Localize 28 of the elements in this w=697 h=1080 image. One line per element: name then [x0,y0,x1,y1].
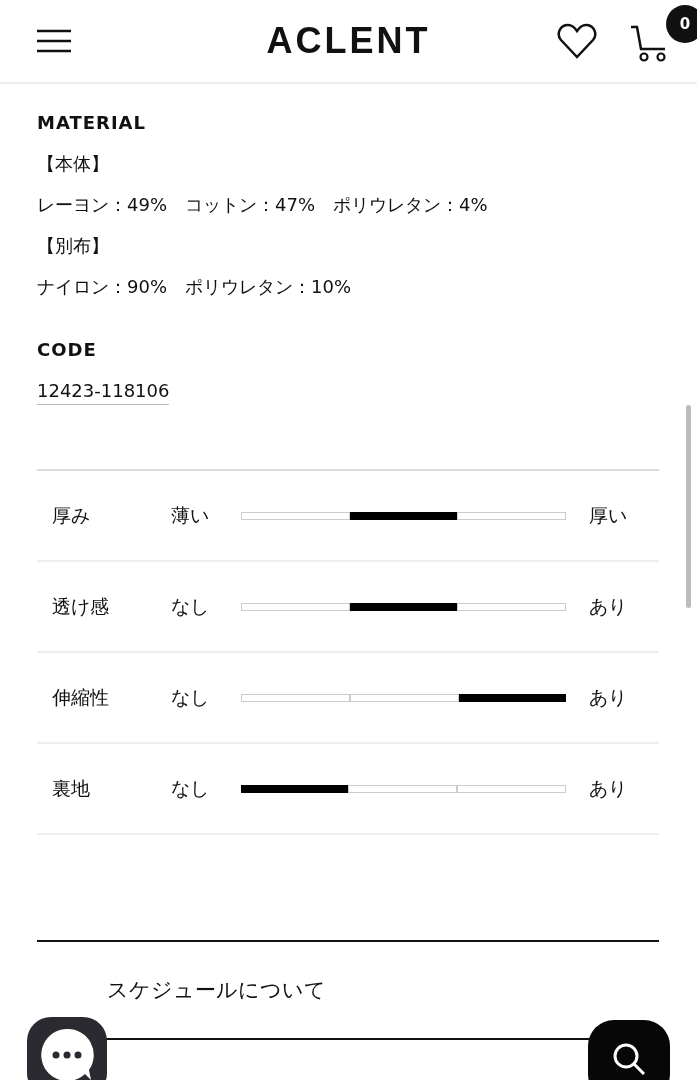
attribute-label: 伸縮性 [51,684,110,710]
cart-count-badge: 0 [666,5,697,43]
chat-button[interactable] [27,1017,107,1080]
attribute-label: 厚み [51,502,91,528]
scale-min-label: 薄い [170,502,210,528]
heart-icon[interactable] [557,23,597,59]
material-text: 【別布】 [37,234,110,258]
attribute-label: 裏地 [51,775,91,801]
scale-min-label: なし [170,775,210,801]
scale-min-label: なし [170,684,210,710]
scale-max-label: あり [588,684,628,710]
material-text: ナイロン：90% ポリウレタン：10% [37,275,352,299]
material-text: 【本体】 [37,152,110,176]
chat-bubble-icon [39,1027,95,1080]
scale-max-label: あり [588,593,628,619]
attribute-label: 透け感 [51,593,110,619]
search-button[interactable] [588,1020,670,1080]
product-code-link[interactable]: 12423-118106 [37,378,170,405]
section-heading: CODE [37,339,98,360]
scale-max-label: 厚い [588,502,628,528]
scale-max-label: あり [588,775,628,801]
brand-logo[interactable]: ACLENT [266,20,431,61]
search-icon [612,1042,646,1076]
scale-min-label: なし [170,593,210,619]
accordion-title: スケジュールについて [107,977,326,1004]
menu-icon[interactable] [37,29,71,53]
section-heading: MATERIAL [37,112,147,133]
material-text: レーヨン：49% コットン：47% ポリウレタン：4% [37,193,489,217]
